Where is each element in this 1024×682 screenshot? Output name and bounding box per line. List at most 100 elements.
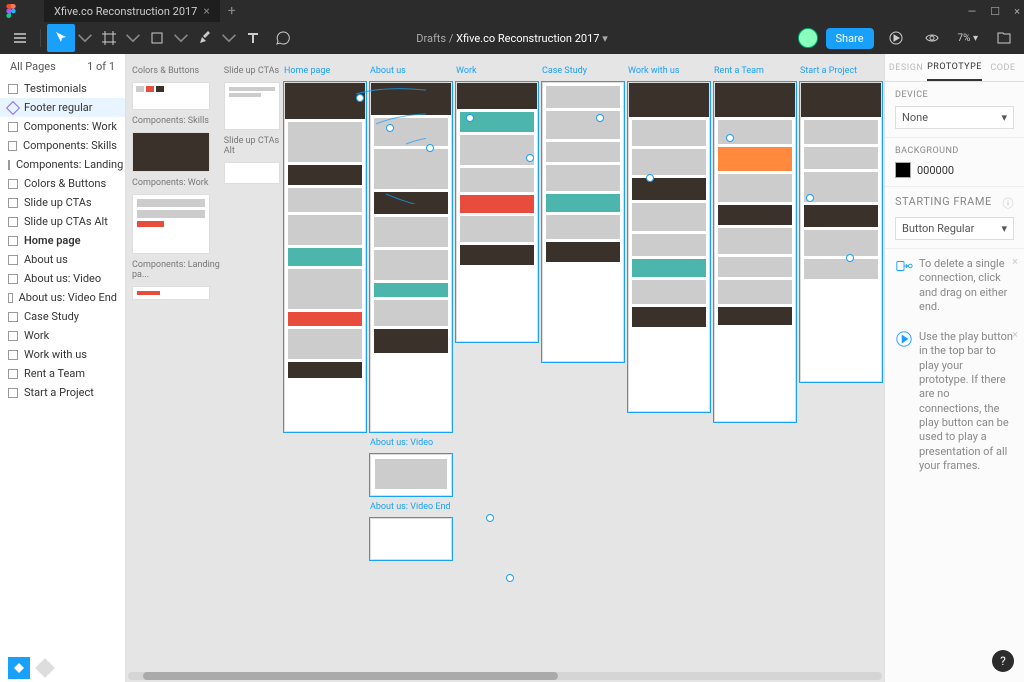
- frame[interactable]: [370, 82, 452, 432]
- layer-item[interactable]: About us: [0, 250, 125, 269]
- breadcrumb[interactable]: Drafts / Xfive.co Reconstruction 2017 ▾: [416, 32, 607, 45]
- layer-item[interactable]: Slide up CTAs Alt: [0, 212, 125, 231]
- frame-title[interactable]: Slide up CTAs: [224, 64, 280, 78]
- chevron-down-icon[interactable]: [173, 30, 189, 46]
- new-tab-button[interactable]: +: [220, 3, 244, 19]
- layer-item[interactable]: Components: Work: [0, 117, 125, 136]
- frame-title[interactable]: About us: Video: [370, 436, 452, 450]
- avatar[interactable]: [798, 28, 818, 48]
- prototype-hotspot[interactable]: [596, 114, 604, 122]
- frame-title[interactable]: Work with us: [628, 64, 710, 78]
- window-minimize-icon[interactable]: —: [968, 5, 977, 18]
- layer-item[interactable]: Work: [0, 326, 125, 345]
- layer-item[interactable]: Work with us: [0, 345, 125, 364]
- tab-prototype[interactable]: PROTOTYPE: [927, 54, 982, 81]
- layer-item[interactable]: Components: Landing pages: [0, 155, 125, 174]
- layer-item[interactable]: Testimonials: [0, 79, 125, 98]
- frame-title[interactable]: About us: [370, 64, 452, 78]
- library-icon[interactable]: [990, 24, 1018, 52]
- component-panel-button[interactable]: [8, 657, 30, 679]
- frame[interactable]: [132, 132, 210, 172]
- move-tool[interactable]: [47, 24, 75, 52]
- layer-item[interactable]: Home page: [0, 231, 125, 250]
- close-tab-icon[interactable]: ×: [203, 4, 209, 18]
- close-hint-icon[interactable]: ×: [1012, 255, 1018, 269]
- prototype-hotspot[interactable]: [386, 124, 394, 132]
- prototype-hotspot[interactable]: [426, 144, 434, 152]
- pages-header[interactable]: All Pages: [10, 60, 56, 73]
- shape-tool[interactable]: [143, 24, 171, 52]
- frame-title[interactable]: Rent a Team: [714, 64, 796, 78]
- layer-item[interactable]: Case Study: [0, 307, 125, 326]
- prototype-hotspot[interactable]: [726, 134, 734, 142]
- layer-item[interactable]: About us: Video: [0, 269, 125, 288]
- frame-title[interactable]: Work: [456, 64, 538, 78]
- layer-item[interactable]: Rent a Team: [0, 364, 125, 383]
- frame-title[interactable]: Components: Landing pa...: [132, 258, 220, 282]
- frame-title[interactable]: Start a Project: [800, 64, 882, 78]
- frame[interactable]: [224, 162, 280, 184]
- window-maximize-icon[interactable]: ☐: [990, 5, 1000, 18]
- background-swatch[interactable]: [895, 162, 911, 178]
- menu-button[interactable]: [6, 24, 34, 52]
- frame[interactable]: [714, 82, 796, 422]
- frame-title[interactable]: Slide up CTAs Alt: [224, 134, 280, 158]
- prototype-hotspot[interactable]: [806, 194, 814, 202]
- layer-item[interactable]: Components: Skills: [0, 136, 125, 155]
- frame[interactable]: [800, 82, 882, 382]
- frame[interactable]: [132, 286, 210, 300]
- chevron-down-icon[interactable]: [125, 30, 141, 46]
- comment-tool[interactable]: [269, 24, 297, 52]
- device-label: DEVICE: [895, 90, 1014, 100]
- layer-item[interactable]: Start a Project: [0, 383, 125, 402]
- frame[interactable]: [284, 82, 366, 432]
- close-hint-icon[interactable]: ×: [1012, 328, 1018, 342]
- frame[interactable]: [370, 518, 452, 560]
- frame-title[interactable]: Colors & Buttons: [132, 64, 220, 78]
- chevron-down-icon[interactable]: [77, 30, 93, 46]
- frame-title[interactable]: About us: Video End: [370, 500, 452, 514]
- share-button[interactable]: Share: [826, 28, 874, 49]
- zoom-menu[interactable]: 7% ▾: [954, 24, 982, 52]
- assets-icon[interactable]: [35, 658, 55, 678]
- frame[interactable]: [542, 82, 624, 362]
- starting-frame-select[interactable]: Button Regular▾: [895, 217, 1014, 240]
- frame-title[interactable]: Home page: [284, 64, 366, 78]
- tab-design[interactable]: DESIGN: [885, 54, 927, 81]
- frame[interactable]: [132, 82, 210, 110]
- pen-tool[interactable]: [191, 24, 219, 52]
- layer-item[interactable]: About us: Video End: [0, 288, 125, 307]
- frame[interactable]: [132, 194, 210, 254]
- prototype-hotspot[interactable]: [356, 94, 364, 102]
- frame-title[interactable]: Components: Skills: [132, 114, 220, 128]
- prototype-hotspot[interactable]: [846, 254, 854, 262]
- view-settings-icon[interactable]: [918, 24, 946, 52]
- frame-title[interactable]: Components: Work: [132, 176, 220, 190]
- frame-title[interactable]: Case Study: [542, 64, 624, 78]
- file-tab[interactable]: Xfive.co Reconstruction 2017 ×: [44, 0, 220, 22]
- frame[interactable]: [628, 82, 710, 412]
- chevron-down-icon[interactable]: [221, 30, 237, 46]
- prototype-hotspot[interactable]: [466, 114, 474, 122]
- device-select[interactable]: None▾: [895, 106, 1014, 129]
- frame-icon: [8, 141, 17, 151]
- help-button[interactable]: ?: [992, 650, 1014, 672]
- tab-code[interactable]: CODE: [982, 54, 1024, 81]
- play-prototype-button[interactable]: [882, 24, 910, 52]
- info-icon[interactable]: ⓘ: [1003, 195, 1015, 211]
- frame[interactable]: [224, 82, 280, 130]
- frame-tool[interactable]: [95, 24, 123, 52]
- layer-item[interactable]: Footer regular: [0, 98, 125, 117]
- text-tool[interactable]: [239, 24, 267, 52]
- window-close-icon[interactable]: ×: [1014, 5, 1020, 18]
- prototype-hotspot[interactable]: [646, 174, 654, 182]
- canvas[interactable]: Colors & Buttons Components: Skills Compon…: [126, 54, 884, 682]
- layer-item[interactable]: Colors & Buttons: [0, 174, 125, 193]
- frame[interactable]: [370, 454, 452, 496]
- prototype-hotspot[interactable]: [506, 574, 514, 582]
- layer-item[interactable]: Slide up CTAs: [0, 193, 125, 212]
- prototype-hotspot[interactable]: [526, 154, 534, 162]
- background-value[interactable]: 000000: [917, 164, 954, 177]
- horizontal-scrollbar[interactable]: [128, 672, 882, 680]
- prototype-hotspot[interactable]: [486, 514, 494, 522]
